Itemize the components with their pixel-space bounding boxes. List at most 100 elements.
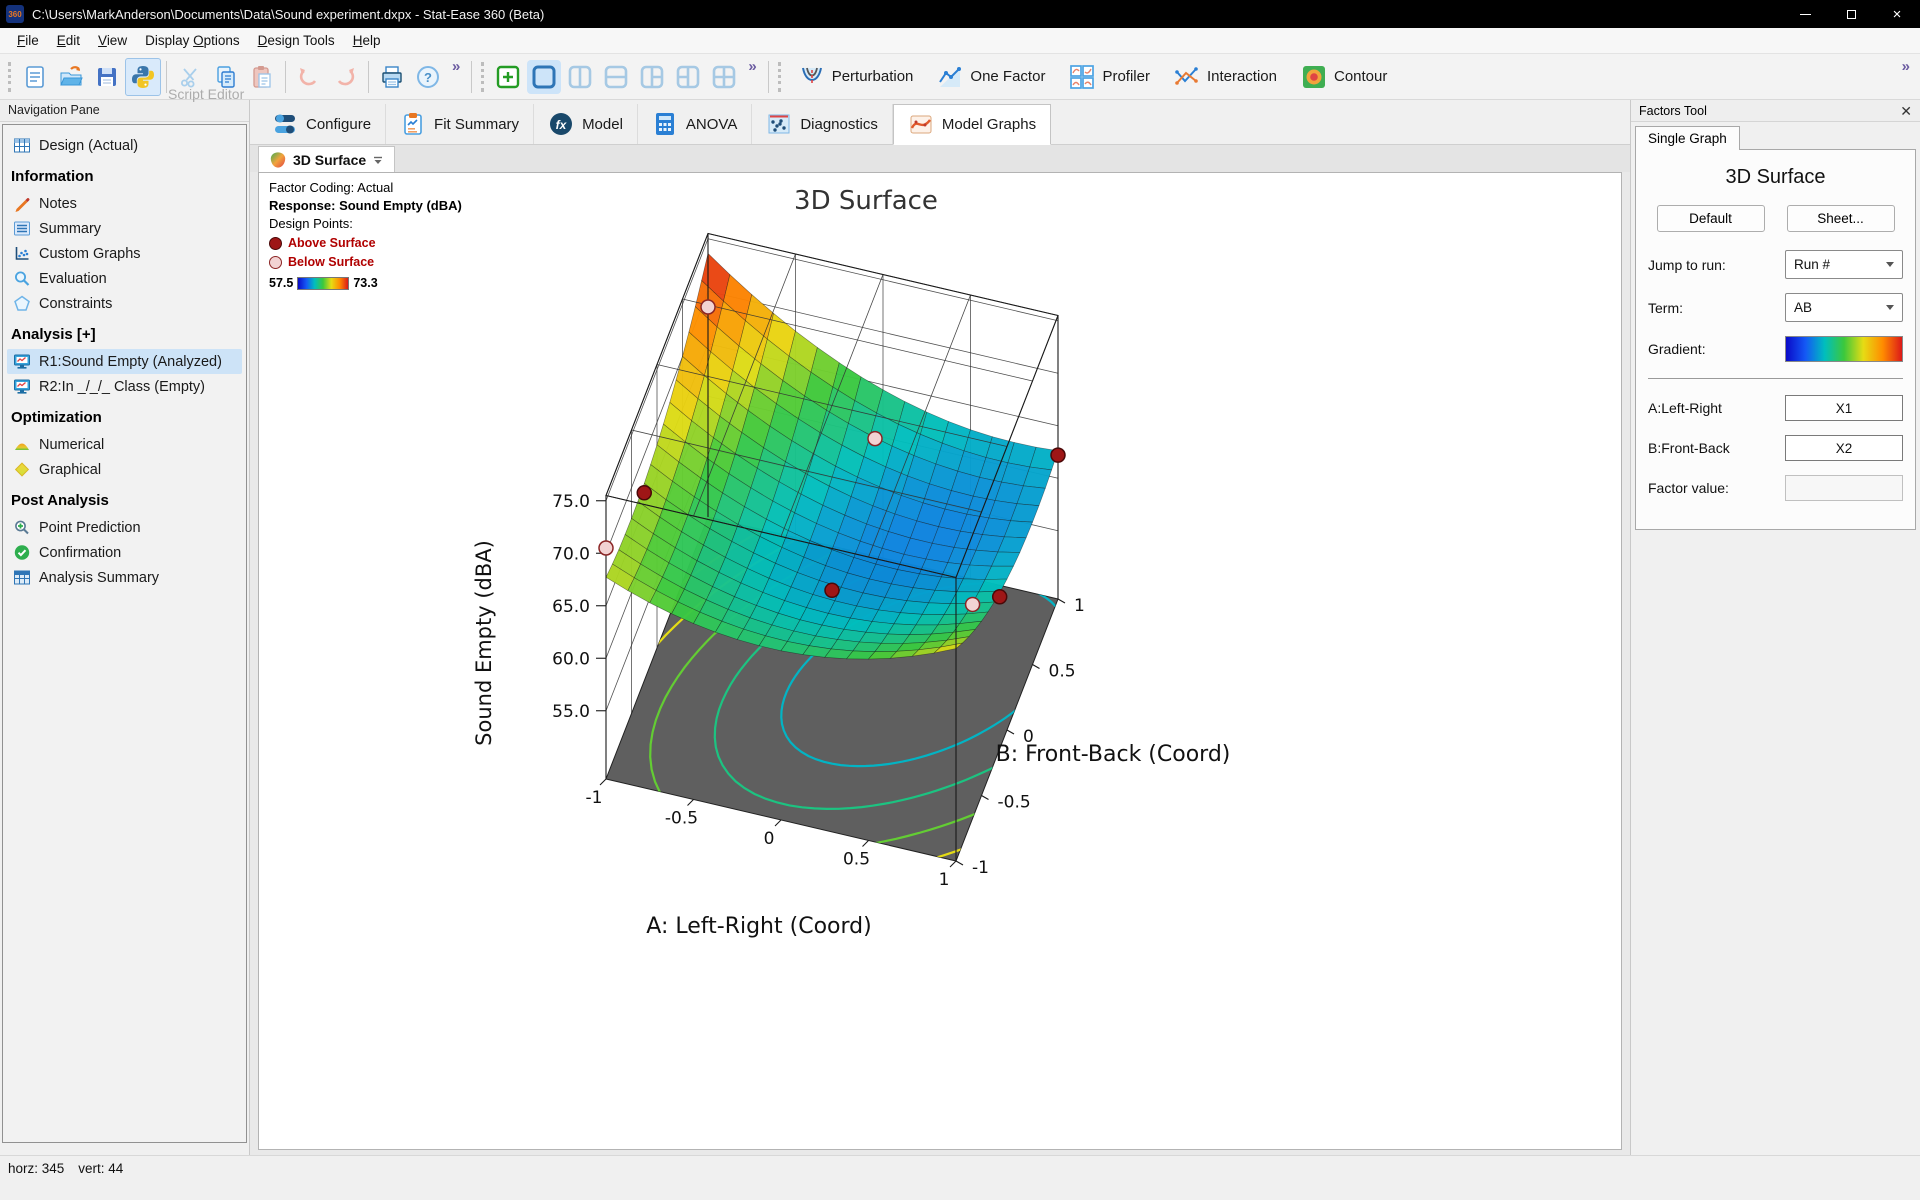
printer-icon — [379, 64, 405, 90]
sidebar-item-r2-class[interactable]: R2:In _/_/_ Class (Empty) — [7, 374, 242, 399]
tab-single-graph[interactable]: Single Graph — [1635, 126, 1740, 150]
svg-text:-0.5: -0.5 — [665, 809, 698, 829]
point-prediction-icon — [13, 519, 31, 536]
toolbar-overflow-icon[interactable]: » — [446, 58, 466, 75]
factor-b-value[interactable]: X2 — [1785, 435, 1903, 461]
3d-surface-plot[interactable]: 55.060.065.070.075.0-1-0.500.51-1-0.500.… — [259, 173, 1621, 1149]
print-button[interactable] — [374, 58, 410, 96]
undo-button[interactable] — [291, 58, 327, 96]
redo-button[interactable] — [327, 58, 363, 96]
layout-grid-button[interactable] — [707, 60, 741, 94]
factors-tool-title: 3D Surface — [1646, 166, 1905, 189]
layout-grid-icon — [710, 63, 738, 91]
tab-model-graphs[interactable]: Model Graphs — [893, 104, 1051, 145]
factors-divider — [1648, 378, 1903, 379]
open-file-button[interactable] — [53, 58, 89, 96]
sidebar-item-constraints[interactable]: Constraints — [7, 291, 242, 316]
layout-split-right-button[interactable] — [635, 60, 669, 94]
layout-two-columns-button[interactable] — [563, 60, 597, 94]
tab-configure[interactable]: Configure — [258, 104, 386, 144]
subtab-dropdown-icon[interactable] — [372, 154, 384, 166]
layout-split-left-button[interactable] — [671, 60, 705, 94]
script-editor-button[interactable] — [125, 58, 161, 96]
3d-surface-icon — [269, 151, 287, 169]
legend-below-label: Below Surface — [288, 253, 374, 271]
one-factor-icon — [937, 64, 963, 90]
jump-to-run-select[interactable]: Run # — [1785, 250, 1903, 279]
factors-close-icon[interactable]: ✕ — [1900, 104, 1912, 118]
menu-view[interactable]: View — [89, 29, 136, 52]
response-empty-icon — [13, 378, 31, 395]
subtab-3d-surface[interactable]: 3D Surface — [258, 146, 395, 172]
svg-text:70.0: 70.0 — [552, 544, 590, 564]
sidebar-item-point-prediction[interactable]: Point Prediction — [7, 515, 242, 540]
paste-button[interactable] — [244, 58, 280, 96]
pane-overflow-icon[interactable]: » — [742, 58, 762, 75]
sidebar-item-custom-graphs[interactable]: Custom Graphs — [7, 241, 242, 266]
sidebar-item-r1-sound-empty[interactable]: R1:Sound Empty (Analyzed) — [7, 349, 242, 374]
add-pane-button[interactable] — [491, 60, 525, 94]
menu-file[interactable]: File — [8, 29, 48, 52]
menu-help[interactable]: Help — [344, 29, 390, 52]
above-surface-dot — [269, 237, 282, 250]
profiler-button[interactable]: Profiler — [1057, 60, 1162, 94]
svg-text:B: Front-Back (Coord): B: Front-Back (Coord) — [996, 742, 1231, 767]
sidebar-item-design[interactable]: Design (Actual) — [7, 133, 242, 158]
one-factor-button[interactable]: One Factor — [925, 60, 1057, 94]
default-button[interactable]: Default — [1657, 205, 1765, 232]
menu-display-options[interactable]: Display Options — [136, 29, 249, 52]
legend-response: Response: Sound Empty (dBA) — [269, 197, 462, 215]
tab-fit-summary[interactable]: Fit Summary — [386, 104, 534, 144]
menu-edit[interactable]: Edit — [48, 29, 89, 52]
tab-diagnostics[interactable]: Diagnostics — [752, 104, 893, 144]
configure-icon — [272, 111, 298, 137]
factor-a-value[interactable]: X1 — [1785, 395, 1903, 421]
interaction-button[interactable]: Interaction — [1162, 60, 1289, 94]
toolbar-drag-handle-2[interactable] — [481, 62, 486, 92]
toolbar-drag-handle-3[interactable] — [778, 62, 783, 92]
anova-calculator-icon — [652, 111, 678, 137]
gradient-bar[interactable] — [1785, 336, 1903, 362]
term-select[interactable]: AB — [1785, 293, 1903, 322]
layout-single-button[interactable] — [527, 60, 561, 94]
svg-text:-1: -1 — [972, 858, 989, 878]
minimize-icon — [1800, 14, 1811, 15]
sidebar-item-notes[interactable]: Notes — [7, 191, 242, 216]
new-file-button[interactable] — [17, 58, 53, 96]
factor-value-input[interactable] — [1785, 475, 1903, 501]
legend-gradient-bar — [297, 277, 349, 290]
perturbation-button[interactable]: Perturbation — [787, 60, 926, 94]
tab-model[interactable]: fxModel — [534, 104, 638, 144]
status-vert: vert: 44 — [78, 1161, 123, 1200]
svg-text:0.5: 0.5 — [1049, 662, 1076, 682]
contour-button[interactable]: Contour — [1289, 60, 1399, 94]
add-pane-icon — [494, 63, 522, 91]
sidebar-item-numerical[interactable]: Numerical — [7, 432, 242, 457]
menu-design-tools[interactable]: Design Tools — [249, 29, 344, 52]
toolbar-drag-handle[interactable] — [8, 62, 13, 92]
model-graphs-icon — [908, 112, 934, 138]
svg-text:75.0: 75.0 — [552, 492, 590, 512]
sidebar-item-analysis-summary[interactable]: Analysis Summary — [7, 565, 242, 590]
sidebar-item-evaluation[interactable]: Evaluation — [7, 266, 242, 291]
svg-text:0: 0 — [764, 829, 775, 849]
minimize-button[interactable] — [1782, 0, 1828, 28]
svg-text:1: 1 — [939, 870, 950, 890]
restore-icon — [1847, 10, 1856, 19]
layout-two-rows-button[interactable] — [599, 60, 633, 94]
cut-button[interactable] — [172, 58, 208, 96]
sidebar-item-confirmation[interactable]: Confirmation — [7, 540, 242, 565]
app-icon: 360 — [6, 5, 24, 23]
close-button[interactable]: × — [1874, 0, 1920, 28]
help-button[interactable]: ? — [410, 58, 446, 96]
sheet-button[interactable]: Sheet... — [1787, 205, 1895, 232]
maximize-button[interactable] — [1828, 0, 1874, 28]
sidebar-item-graphical[interactable]: Graphical — [7, 457, 242, 482]
confirmation-check-icon — [13, 544, 31, 561]
sidebar-item-summary[interactable]: Summary — [7, 216, 242, 241]
save-button[interactable] — [89, 58, 125, 96]
factors-tool-header: Factors Tool ✕ — [1631, 100, 1920, 122]
toolbar-overflow-right-icon[interactable]: » — [1896, 58, 1916, 75]
copy-button[interactable] — [208, 58, 244, 96]
tab-anova[interactable]: ANOVA — [638, 104, 752, 144]
